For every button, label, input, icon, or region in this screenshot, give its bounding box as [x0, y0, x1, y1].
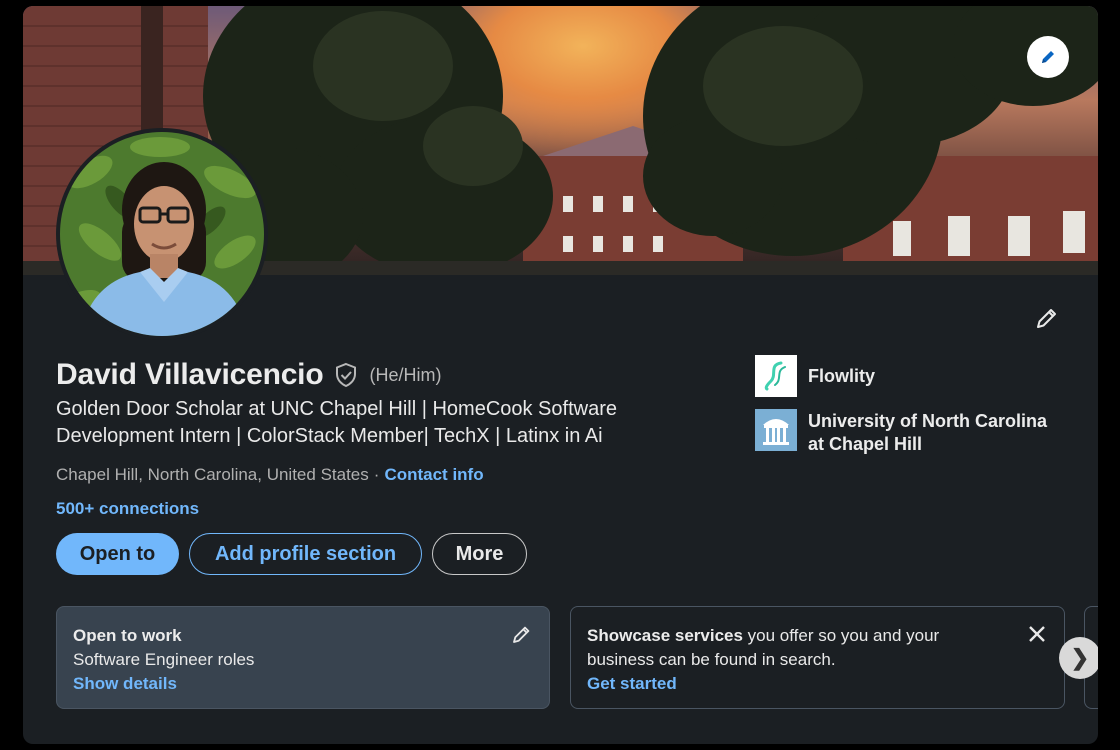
connections-link[interactable]: 500+ connections	[56, 499, 199, 519]
unc-logo	[755, 409, 797, 451]
profile-name: David Villavicencio	[56, 358, 324, 391]
organizations-list: Flowlity University of North Carolina at…	[755, 355, 1068, 468]
pencil-icon	[1042, 51, 1054, 63]
add-profile-section-button[interactable]: Add profile section	[189, 533, 422, 575]
org-item-unc[interactable]: University of North Carolina at Chapel H…	[755, 409, 1068, 456]
get-started-link[interactable]: Get started	[587, 672, 1048, 696]
location: Chapel Hill, North Carolina, United Stat…	[56, 465, 369, 484]
show-details-link[interactable]: Show details	[73, 672, 533, 696]
profile-photo[interactable]	[56, 128, 268, 340]
open-to-work-title: Open to work	[73, 626, 182, 645]
org-name: Flowlity	[808, 366, 875, 386]
showcase-bold: Showcase services	[587, 626, 743, 645]
more-button[interactable]: More	[432, 533, 527, 575]
profile-headline: Golden Door Scholar at UNC Chapel Hill |…	[56, 398, 617, 447]
org-item-flowlity[interactable]: Flowlity	[755, 355, 1068, 397]
pencil-icon[interactable]	[511, 623, 533, 645]
chevron-right-icon[interactable]: ❯	[1059, 637, 1098, 679]
location-row: Chapel Hill, North Carolina, United Stat…	[56, 465, 484, 485]
separator: ·	[373, 465, 380, 484]
flowlity-logo	[755, 355, 797, 397]
showcase-services-card[interactable]: Showcase services you offer so you and y…	[570, 606, 1065, 709]
pencil-icon	[1037, 309, 1056, 328]
shield-check-icon[interactable]	[333, 362, 359, 388]
edit-cover-button[interactable]	[1027, 36, 1069, 78]
pronouns: (He/Him)	[369, 364, 442, 385]
showcase-text: Showcase services you offer so you and y…	[587, 624, 1007, 672]
org-name: University of North Carolina at Chapel H…	[808, 411, 1048, 454]
edit-intro-button[interactable]	[1031, 302, 1063, 334]
contact-info-link[interactable]: Contact info	[384, 465, 483, 484]
open-to-work-card[interactable]: Open to work Software Engineer roles Sho…	[56, 606, 550, 709]
profile-card: David Villavicencio (He/Him) Golden Door…	[23, 6, 1098, 744]
close-icon[interactable]	[1026, 623, 1048, 645]
open-to-work-roles: Software Engineer roles	[73, 650, 255, 669]
open-to-button[interactable]: Open to	[56, 533, 179, 575]
